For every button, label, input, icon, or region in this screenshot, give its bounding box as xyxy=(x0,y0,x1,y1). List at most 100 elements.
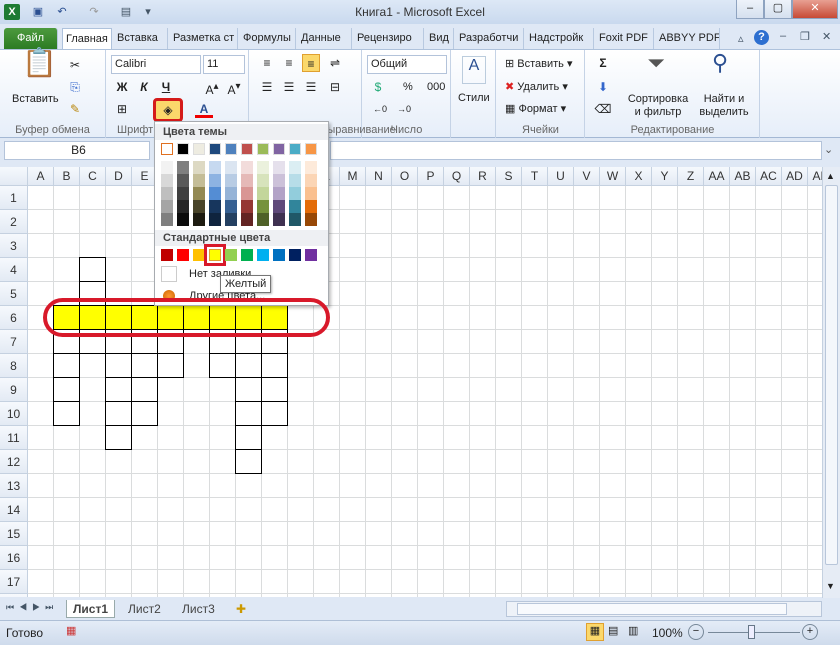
theme-shade-swatch[interactable] xyxy=(177,200,189,213)
cell[interactable] xyxy=(730,498,756,522)
theme-color-swatch[interactable] xyxy=(241,143,253,155)
vertical-scroll-thumb[interactable] xyxy=(825,185,838,565)
cell[interactable] xyxy=(652,234,678,258)
cell[interactable] xyxy=(782,258,808,282)
cell[interactable] xyxy=(652,378,678,402)
cell[interactable] xyxy=(808,522,822,546)
theme-color-swatch[interactable] xyxy=(257,143,269,155)
cell[interactable] xyxy=(132,570,158,594)
cell[interactable] xyxy=(288,594,314,597)
cell[interactable] xyxy=(28,282,54,306)
yellow-swatch-selected[interactable] xyxy=(204,244,226,266)
cell[interactable] xyxy=(574,498,600,522)
bordered-cell[interactable] xyxy=(79,281,106,306)
decrease-decimal-icon[interactable]: →0 xyxy=(395,100,413,118)
cell[interactable] xyxy=(470,498,496,522)
row-header[interactable]: 2 xyxy=(0,210,28,234)
cell[interactable] xyxy=(80,594,106,597)
cell[interactable] xyxy=(444,186,470,210)
cell[interactable] xyxy=(574,258,600,282)
cell[interactable] xyxy=(366,546,392,570)
cell[interactable] xyxy=(132,594,158,597)
cell[interactable] xyxy=(28,546,54,570)
cell[interactable] xyxy=(210,402,236,426)
workbook-restore-icon[interactable]: ❐ xyxy=(800,30,810,43)
cell[interactable] xyxy=(574,450,600,474)
cell[interactable] xyxy=(626,210,652,234)
cell[interactable] xyxy=(730,186,756,210)
cell[interactable] xyxy=(496,186,522,210)
cell[interactable] xyxy=(236,546,262,570)
cell[interactable] xyxy=(626,282,652,306)
cell[interactable] xyxy=(756,522,782,546)
cell[interactable] xyxy=(54,594,80,597)
cell[interactable] xyxy=(782,282,808,306)
theme-shade-swatch[interactable] xyxy=(305,161,317,174)
theme-shade-swatch[interactable] xyxy=(225,187,237,200)
scroll-up-icon[interactable]: ▲ xyxy=(826,171,835,181)
cell[interactable] xyxy=(652,330,678,354)
cell[interactable] xyxy=(28,234,54,258)
theme-color-swatch[interactable] xyxy=(209,143,221,155)
cell[interactable] xyxy=(678,570,704,594)
bordered-cell[interactable] xyxy=(157,329,184,354)
zoom-in-icon[interactable]: + xyxy=(802,624,818,640)
workbook-close-icon[interactable]: ✕ xyxy=(822,30,831,43)
theme-shade-swatch[interactable] xyxy=(193,200,205,213)
tab-review[interactable]: Рецензиро xyxy=(354,28,424,50)
theme-shade-swatch[interactable] xyxy=(193,161,205,174)
cell[interactable] xyxy=(236,474,262,498)
cell[interactable] xyxy=(730,378,756,402)
cell[interactable] xyxy=(730,234,756,258)
cell[interactable] xyxy=(730,546,756,570)
cell[interactable] xyxy=(418,570,444,594)
theme-shade-swatch[interactable] xyxy=(193,213,205,226)
theme-shade-swatch[interactable] xyxy=(257,187,269,200)
row-header[interactable]: 6 xyxy=(0,306,28,330)
cell[interactable] xyxy=(80,210,106,234)
cell[interactable] xyxy=(704,330,730,354)
cell[interactable] xyxy=(418,258,444,282)
column-header[interactable]: AC xyxy=(756,167,782,186)
zoom-slider-thumb[interactable] xyxy=(748,625,755,639)
cell[interactable] xyxy=(392,498,418,522)
cell[interactable] xyxy=(548,426,574,450)
cell[interactable] xyxy=(106,282,132,306)
cell[interactable] xyxy=(340,330,366,354)
cell[interactable] xyxy=(236,594,262,597)
bordered-cell[interactable] xyxy=(235,377,262,402)
cell[interactable] xyxy=(470,474,496,498)
cell[interactable] xyxy=(496,570,522,594)
cell[interactable] xyxy=(704,426,730,450)
row-header[interactable]: 4 xyxy=(0,258,28,282)
cell[interactable] xyxy=(652,450,678,474)
cell[interactable] xyxy=(548,306,574,330)
cell[interactable] xyxy=(704,498,730,522)
cell[interactable] xyxy=(652,258,678,282)
cell[interactable] xyxy=(340,282,366,306)
cell[interactable] xyxy=(574,570,600,594)
cell[interactable] xyxy=(418,522,444,546)
sheet-tab-2[interactable]: Лист2 xyxy=(122,600,167,618)
cell[interactable] xyxy=(730,258,756,282)
cell[interactable] xyxy=(678,258,704,282)
cell[interactable] xyxy=(392,402,418,426)
cell[interactable] xyxy=(366,330,392,354)
cell[interactable] xyxy=(106,522,132,546)
theme-shade-swatch[interactable] xyxy=(257,200,269,213)
cell[interactable] xyxy=(392,282,418,306)
cell[interactable] xyxy=(340,234,366,258)
cell[interactable] xyxy=(366,450,392,474)
column-header[interactable]: T xyxy=(522,167,548,186)
cell[interactable] xyxy=(678,450,704,474)
cell[interactable] xyxy=(444,402,470,426)
cell[interactable] xyxy=(808,570,822,594)
standard-color-swatch[interactable] xyxy=(225,249,237,261)
cell[interactable] xyxy=(54,186,80,210)
cell[interactable] xyxy=(418,426,444,450)
cell[interactable] xyxy=(600,330,626,354)
cell[interactable] xyxy=(548,570,574,594)
cell[interactable] xyxy=(80,522,106,546)
cell[interactable] xyxy=(418,474,444,498)
thousands-button[interactable]: 000 xyxy=(427,81,445,93)
